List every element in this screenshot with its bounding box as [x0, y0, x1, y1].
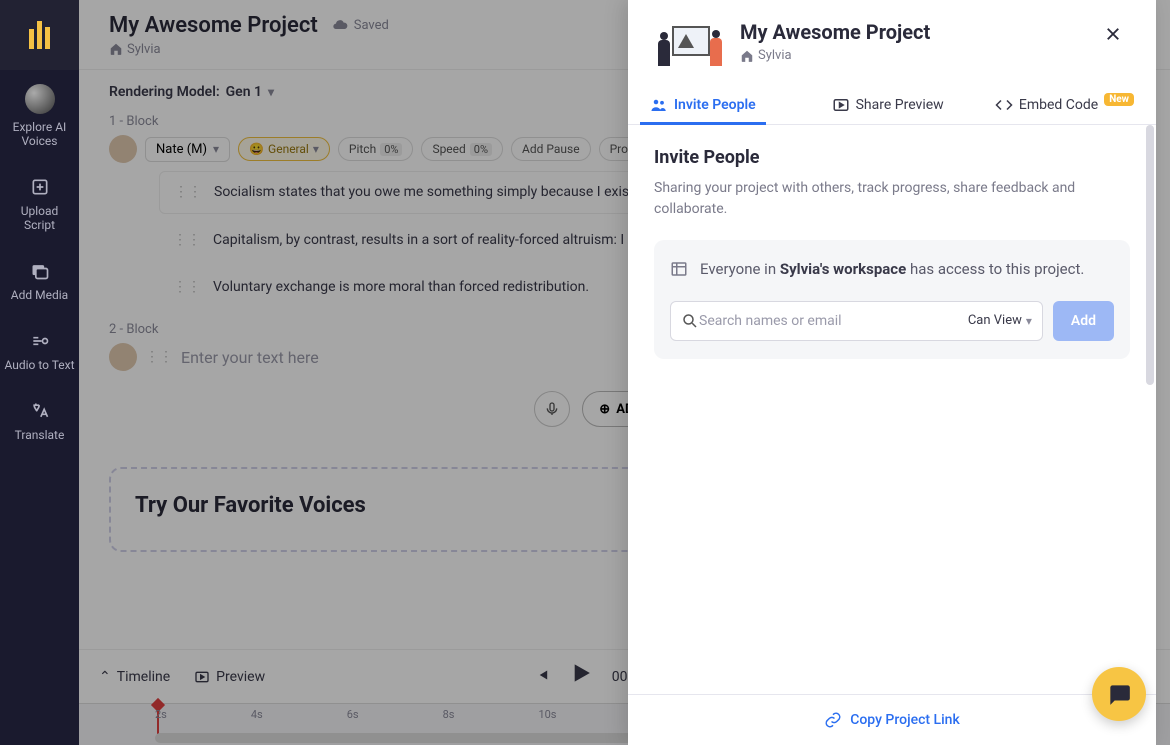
tab-preview[interactable]: Share Preview — [814, 86, 962, 124]
chat-icon — [1106, 681, 1132, 707]
preview-icon — [194, 669, 210, 685]
chevron-down-icon: ▾ — [268, 85, 274, 99]
add-pause-button[interactable]: Add Pause — [511, 137, 591, 161]
tab-embed[interactable]: Embed Code New — [977, 86, 1152, 124]
speed-control[interactable]: Speed 0% — [421, 137, 503, 161]
audio-to-text-icon — [29, 330, 51, 352]
close-button[interactable] — [1096, 20, 1130, 53]
preview-tab[interactable]: Preview — [194, 669, 265, 685]
workspace-access-message: Everyone in Sylvia's workspace has acces… — [670, 258, 1114, 285]
emotion-select[interactable]: 😀 General ▾ — [238, 137, 330, 161]
drag-handle-icon[interactable]: ⋮⋮ — [173, 230, 201, 251]
sidebar-item-media[interactable]: Add Media — [0, 246, 79, 316]
sidebar-item-label: Explore AI Voices — [4, 120, 75, 148]
rendering-model-select[interactable]: Rendering Model: Gen 1 ▾ — [109, 84, 274, 100]
mic-button[interactable] — [534, 391, 570, 427]
preview-icon — [832, 96, 850, 114]
workspace-access-card: Everyone in Sylvia's workspace has acces… — [654, 240, 1130, 359]
cloud-icon — [332, 17, 348, 33]
upload-icon — [29, 176, 51, 198]
breadcrumb[interactable]: Sylvia — [109, 42, 389, 57]
plus-circle-icon: ⊕ — [599, 402, 610, 417]
share-panel: My Awesome Project Sylvia Invite People … — [628, 0, 1156, 745]
add-invite-button[interactable]: Add — [1053, 301, 1114, 341]
share-footer: Copy Project Link — [628, 694, 1156, 745]
voice-avatar-icon — [109, 135, 137, 163]
drag-handle-icon[interactable]: ⋮⋮ — [173, 277, 201, 298]
invite-section-title: Invite People — [654, 147, 1130, 168]
sidebar-item-translate[interactable]: Translate — [0, 386, 79, 456]
skip-back-button[interactable] — [532, 666, 550, 688]
sidebar-item-label: Translate — [15, 428, 65, 442]
pitch-control[interactable]: Pitch 0% — [338, 137, 414, 161]
drag-handle-icon[interactable]: ⋮⋮ — [145, 349, 173, 365]
timeline-tab[interactable]: ⌃ Timeline — [99, 669, 170, 685]
user-avatar-icon — [25, 84, 55, 114]
link-icon — [824, 711, 842, 729]
new-badge: New — [1104, 93, 1134, 106]
home-icon — [109, 42, 123, 56]
block-2-placeholder[interactable]: Enter your text here — [181, 348, 319, 367]
chevron-down-icon: ▾ — [213, 142, 219, 156]
voice-select[interactable]: Nate (M) ▾ — [145, 137, 230, 162]
help-chat-button[interactable] — [1092, 667, 1146, 721]
project-title[interactable]: My Awesome Project — [109, 13, 318, 38]
permission-select[interactable]: Can View ▾ — [968, 313, 1032, 328]
mic-icon — [544, 401, 560, 417]
workspace-icon — [670, 260, 688, 285]
sidebar-item-explore[interactable]: Explore AI Voices — [0, 70, 79, 162]
emoji-icon: 😀 — [249, 142, 264, 156]
home-icon — [740, 49, 754, 63]
logo-bars-icon — [29, 21, 50, 49]
invite-section-desc: Sharing your project with others, track … — [654, 178, 1130, 220]
play-button[interactable] — [568, 660, 594, 693]
skip-back-icon — [532, 666, 550, 684]
sidebar-item-label: Add Media — [11, 288, 68, 302]
drag-handle-icon[interactable]: ⋮⋮ — [174, 182, 202, 203]
share-breadcrumb[interactable]: Sylvia — [740, 48, 930, 63]
sidebar-item-audio-text[interactable]: Audio to Text — [0, 316, 79, 386]
voice-avatar-icon — [109, 343, 137, 371]
chevron-down-icon: ▾ — [313, 142, 319, 156]
share-header: My Awesome Project Sylvia — [628, 0, 1156, 80]
chevron-up-icon: ⌃ — [99, 669, 111, 685]
sidebar-item-label: Audio to Text — [4, 358, 74, 372]
close-icon — [1104, 25, 1122, 43]
saved-status: Saved — [332, 17, 389, 33]
app-sidebar: Explore AI Voices Upload Script Add Medi… — [0, 0, 79, 745]
translate-icon — [29, 400, 51, 422]
sidebar-item-upload[interactable]: Upload Script — [0, 162, 79, 246]
tab-invite[interactable]: Invite People — [632, 86, 774, 124]
copy-project-link[interactable]: Copy Project Link — [824, 711, 960, 729]
invite-search-input[interactable] — [699, 313, 968, 329]
play-icon — [568, 660, 594, 686]
invite-search-wrap: Can View ▾ — [670, 301, 1043, 341]
chevron-down-icon: ▾ — [1026, 314, 1032, 328]
panel-scrollbar[interactable] — [1146, 125, 1154, 694]
code-icon — [995, 96, 1013, 114]
search-icon — [681, 312, 699, 330]
people-icon — [650, 96, 668, 114]
share-tabs: Invite People Share Preview Embed Code N… — [628, 80, 1156, 125]
media-icon — [29, 260, 51, 282]
app-logo[interactable] — [0, 0, 79, 70]
share-project-title: My Awesome Project — [740, 20, 930, 44]
sidebar-item-label: Upload Script — [4, 204, 75, 232]
share-illustration-icon — [654, 20, 724, 70]
share-body: Invite People Sharing your project with … — [628, 125, 1156, 694]
